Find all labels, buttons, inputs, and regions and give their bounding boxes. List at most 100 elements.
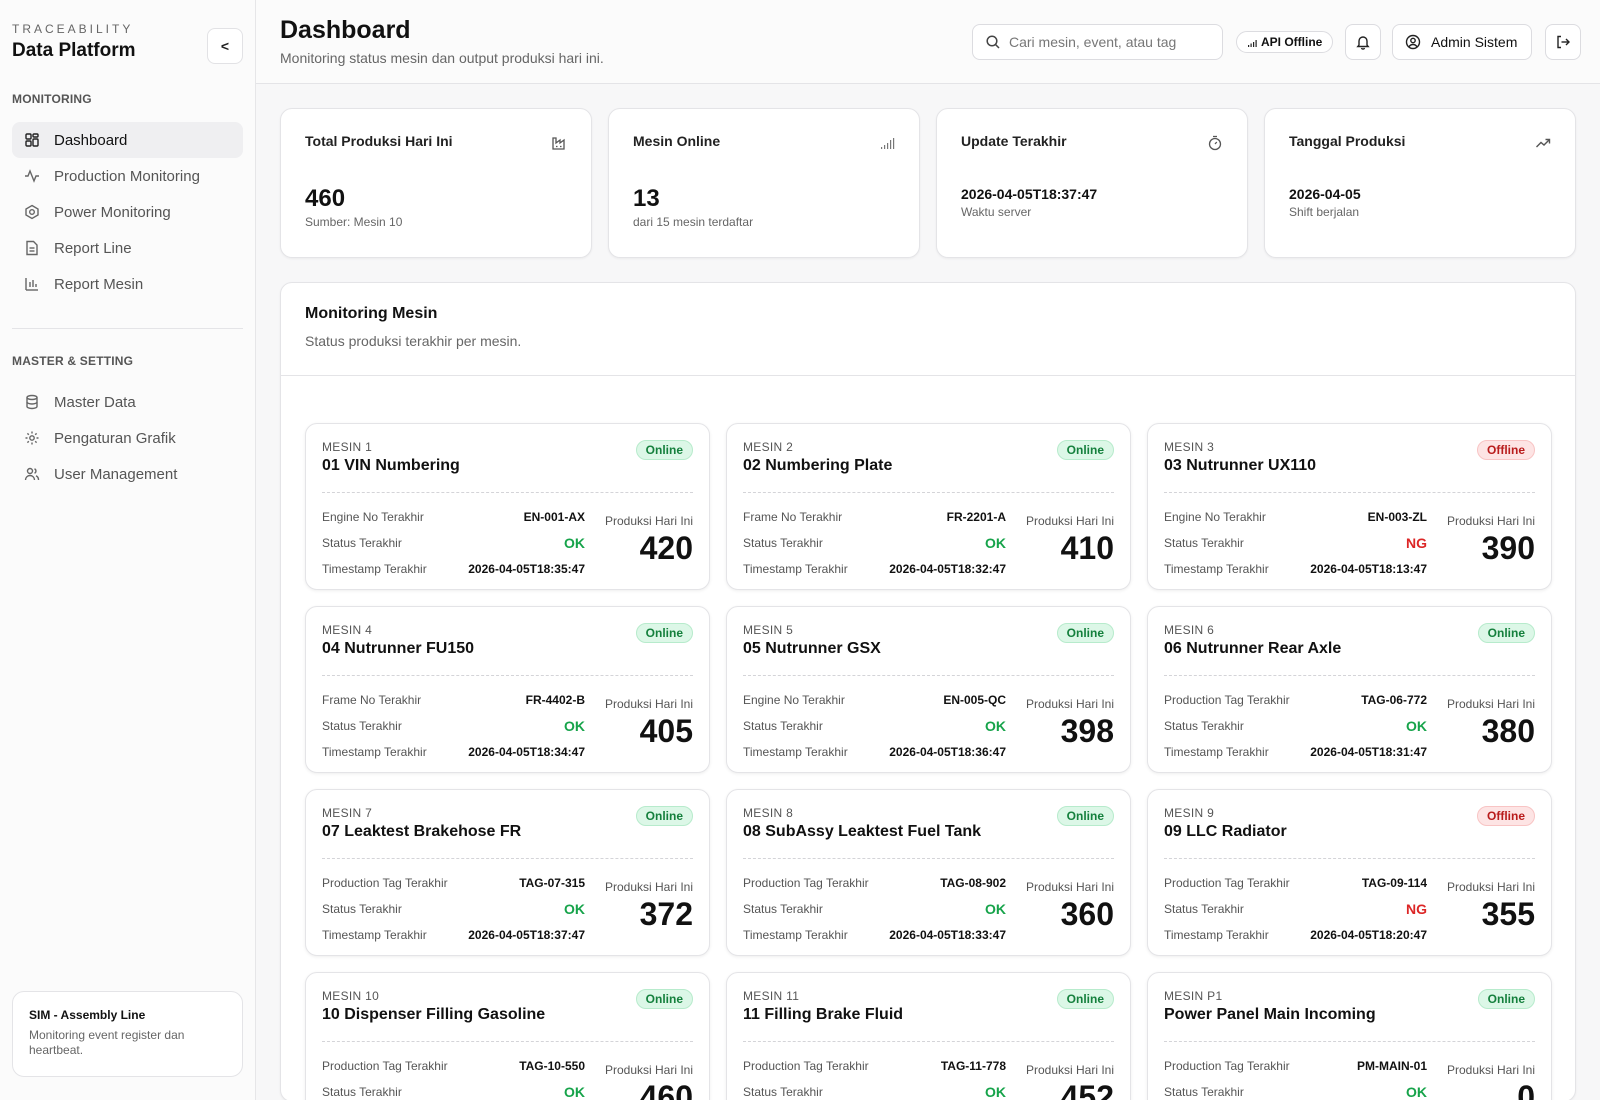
sidebar-item-dashboard[interactable]: Dashboard [12,122,243,158]
collapse-sidebar-button[interactable]: < [207,28,243,64]
detail-row-status: Status Terakhir NG [1164,896,1427,922]
machine-details: Production Tag Terakhir TAG-11-778 Statu… [743,1053,1006,1100]
machine-card[interactable]: MESIN 11 11 Filling Brake Fluid Online P… [726,972,1131,1100]
production-value: 420 [639,530,693,566]
report-icon [24,240,40,256]
detail-row-status: Status Terakhir OK [743,1079,1006,1100]
status-label: Status Terakhir [1164,536,1244,550]
machine-card[interactable]: MESIN 7 07 Leaktest Brakehose FR Online … [305,789,710,956]
production-value: 410 [1060,530,1114,566]
detail-row-status: Status Terakhir OK [743,896,1006,922]
production-value: 452 [1060,1079,1114,1100]
machine-status-badge: Online [1056,440,1114,460]
production-label: Produksi Hari Ini [604,1063,693,1077]
machine-status-badge: Offline [1477,440,1535,460]
production-label: Produksi Hari Ini [1025,880,1114,894]
sidebar-item-power-monitoring[interactable]: Power Monitoring [12,194,243,230]
production-value: 380 [1481,713,1535,749]
status-value: OK [985,535,1006,551]
machine-card[interactable]: MESIN 1 01 VIN Numbering Online Engine N… [305,423,710,590]
detail-row-timestamp: Timestamp Terakhir 2026-04-05T18:33:47 [743,922,1006,948]
machine-card[interactable]: MESIN 4 04 Nutrunner FU150 Online Frame … [305,606,710,773]
production-label: Produksi Hari Ini [604,514,693,528]
tag-label: Frame No Terakhir [743,510,843,524]
tag-value: EN-003-ZL [1367,510,1427,524]
machine-card[interactable]: MESIN 6 06 Nutrunner Rear Axle Online Pr… [1147,606,1552,773]
status-label: Status Terakhir [322,719,402,733]
detail-row-timestamp: Timestamp Terakhir 2026-04-05T18:36:47 [743,739,1006,765]
machine-card[interactable]: MESIN 2 02 Numbering Plate Online Frame … [726,423,1131,590]
machine-status-badge: Online [1056,989,1114,1009]
machine-card[interactable]: MESIN 5 05 Nutrunner GSX Online Engine N… [726,606,1131,773]
section-title-monitoring: MONITORING [12,92,92,106]
timestamp-label: Timestamp Terakhir [1164,928,1269,942]
activity-icon [24,168,40,184]
production-label: Produksi Hari Ini [1025,697,1114,711]
tag-label: Production Tag Terakhir [1164,693,1290,707]
sidebar-item-label: Dashboard [54,131,128,149]
detail-row-timestamp: Timestamp Terakhir 2026-04-05T18:35:47 [322,556,585,582]
status-label: Status Terakhir [743,902,823,916]
main: Dashboard Monitoring status mesin dan ou… [256,0,1600,1100]
machine-card[interactable]: MESIN 8 08 SubAssy Leaktest Fuel Tank On… [726,789,1131,956]
production-label: Produksi Hari Ini [1446,697,1535,711]
sidebar-item-user-management[interactable]: User Management [12,456,243,492]
machine-card[interactable]: MESIN 3 03 Nutrunner UX110 Offline Engin… [1147,423,1552,590]
card-divider [322,858,693,859]
timestamp-label: Timestamp Terakhir [743,562,848,576]
detail-row-tag: Engine No Terakhir EN-005-QC [743,687,1006,713]
timestamp-value: 2026-04-05T18:34:47 [468,745,585,759]
status-value: OK [564,1084,585,1100]
machine-card[interactable]: MESIN 9 09 LLC Radiator Offline Producti… [1147,789,1552,956]
header: Dashboard Monitoring status mesin dan ou… [256,0,1600,84]
production-block: Produksi Hari Ini 0 [1447,1063,1535,1100]
signal-icon [879,135,895,151]
timestamp-value: 2026-04-05T18:31:47 [1310,745,1427,759]
sidebar-item-report-mesin[interactable]: Report Mesin [12,266,243,302]
production-value: 0 [1517,1079,1535,1100]
search-input[interactable] [1009,34,1209,50]
status-value: OK [985,901,1006,917]
tag-value: FR-2201-A [946,510,1006,524]
api-status-badge: API Offline [1236,31,1334,53]
page-subtitle: Monitoring status mesin dan output produ… [280,50,604,66]
sidebar-item-pengaturan-grafik[interactable]: Pengaturan Grafik [12,420,243,456]
sidebar-divider [12,328,243,329]
brand-title: Data Platform [12,40,136,61]
stat-label: Mesin Online [633,133,721,149]
card-divider [743,1041,1114,1042]
panel-header: Monitoring Mesin Status produksi terakhi… [281,283,1575,376]
stat-label: Update Terakhir [961,133,1067,149]
timer-icon [1207,135,1223,151]
detail-row-tag: Production Tag Terakhir TAG-06-772 [1164,687,1427,713]
stat-card-mesin-online: Mesin Online 13 dari 15 mesin terdaftar [608,108,920,258]
logout-button[interactable] [1545,24,1581,60]
production-block: Produksi Hari Ini 460 [605,1063,693,1100]
timestamp-label: Timestamp Terakhir [322,928,427,942]
stat-subtext: Shift berjalan [1289,205,1360,219]
sidebar-item-report-line[interactable]: Report Line [12,230,243,266]
sidebar-item-production-monitoring[interactable]: Production Monitoring [12,158,243,194]
machine-card[interactable]: MESIN 10 10 Dispenser Filling Gasoline O… [305,972,710,1100]
sidebar: TRACEABILITY Data Platform < MONITORING … [0,0,256,1100]
user-menu-button[interactable]: Admin Sistem [1392,24,1532,60]
machine-card[interactable]: MESIN P1 Power Panel Main Incoming Onlin… [1147,972,1552,1100]
tag-value: PM-MAIN-01 [1356,1059,1427,1073]
machine-details: Production Tag Terakhir TAG-09-114 Statu… [1164,870,1427,948]
database-icon [24,394,40,410]
notifications-button[interactable] [1345,24,1381,60]
search-box[interactable] [972,24,1223,60]
detail-row-tag: Engine No Terakhir EN-001-AX [322,504,585,530]
bar-chart-icon [24,276,40,292]
production-value: 372 [639,896,693,932]
detail-row-tag: Frame No Terakhir FR-4402-B [322,687,585,713]
detail-row-status: Status Terakhir OK [743,713,1006,739]
production-label: Produksi Hari Ini [1446,880,1535,894]
production-label: Produksi Hari Ini [1025,514,1114,528]
card-divider [1164,492,1535,493]
status-label: Status Terakhir [743,719,823,733]
stat-label: Tanggal Produksi [1289,133,1406,149]
detail-row-status: Status Terakhir OK [743,530,1006,556]
user-circle-icon [1405,34,1421,50]
sidebar-item-master-data[interactable]: Master Data [12,384,243,420]
